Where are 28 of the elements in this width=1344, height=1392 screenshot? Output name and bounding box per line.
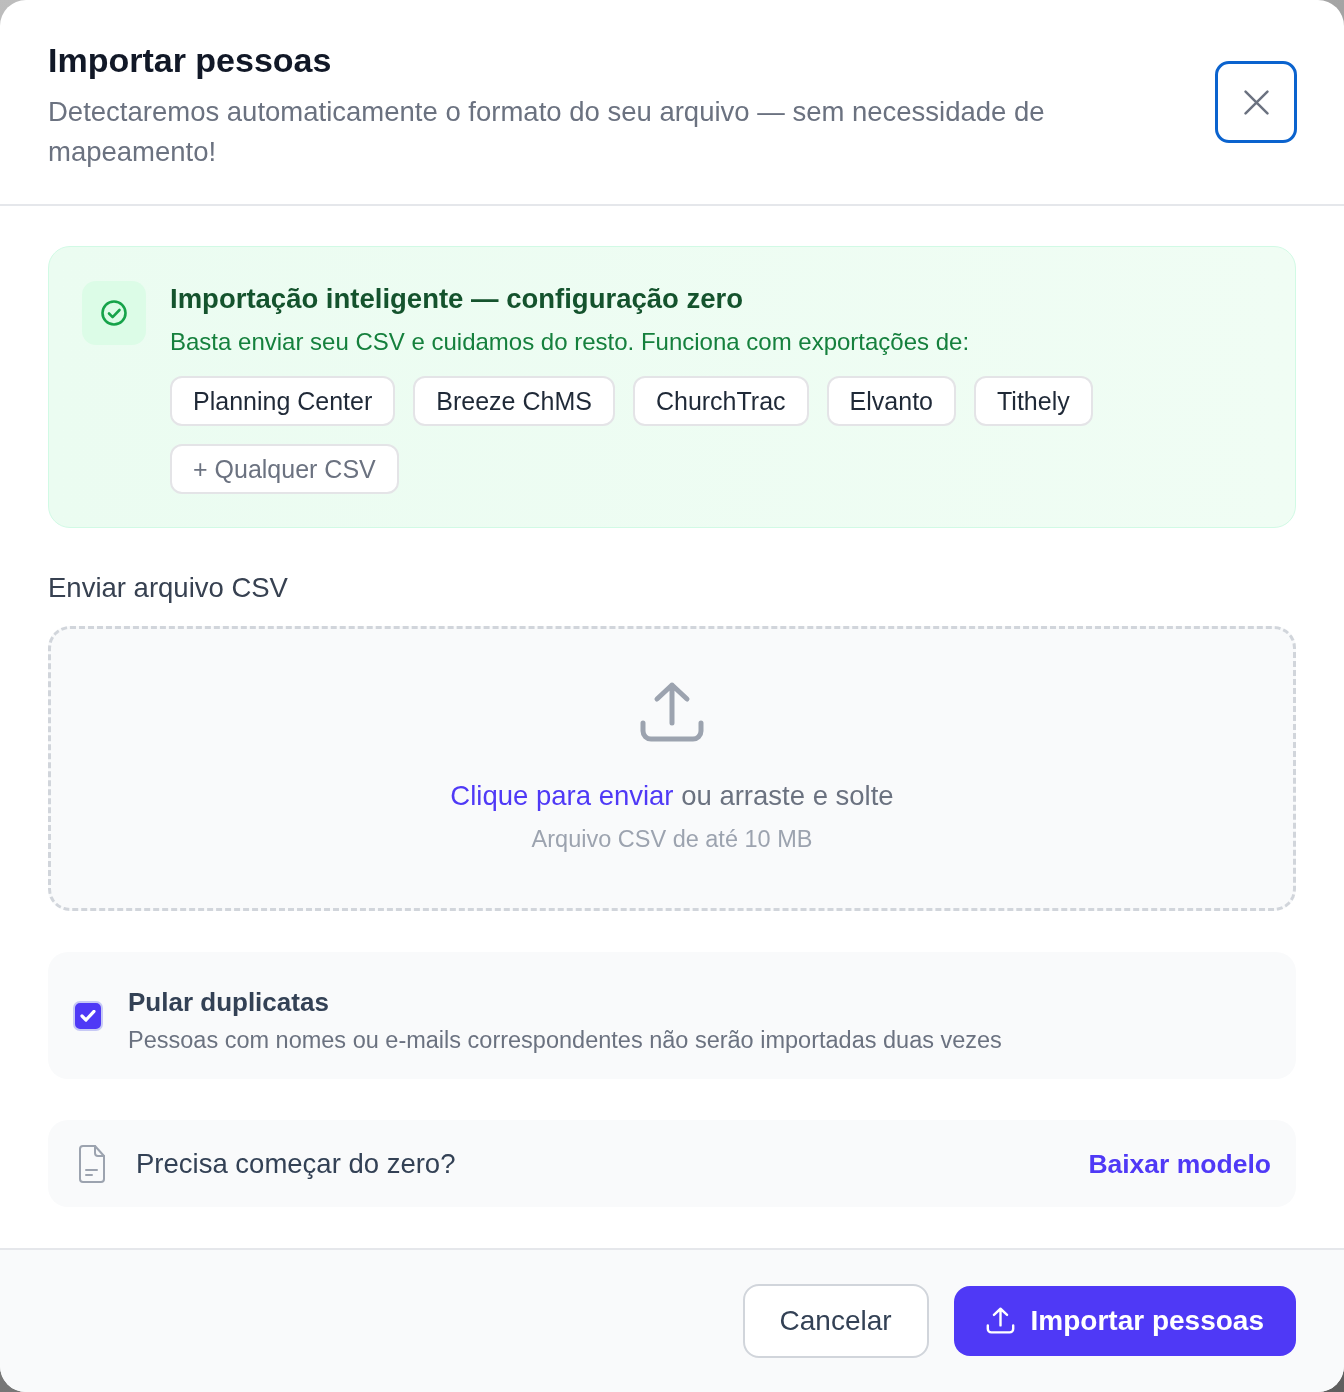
- source-tag: Breeze ChMS: [413, 376, 615, 426]
- checkmark-icon: [80, 1010, 96, 1022]
- upload-link[interactable]: Clique para enviar: [450, 780, 674, 811]
- card-title: Importação inteligente — configuração zero: [170, 282, 744, 316]
- upload-icon: [985, 1307, 1015, 1335]
- cancel-button[interactable]: Cancelar: [742, 1284, 929, 1358]
- source-tag: Planning Center: [170, 376, 396, 426]
- dialog-subtitle: Detectaremos automaticamente o formato do seu arquivo — sem necessidade de mapeamento!: [48, 95, 1046, 169]
- checkbox[interactable]: [73, 1001, 103, 1031]
- source-tag: Elvanto: [826, 376, 956, 426]
- file-dropzone[interactable]: Clique para enviar ou arraste e solte Arquivo CSV de até 10 MB: [48, 626, 1296, 911]
- drop-instruction: ou arraste e solte: [681, 780, 894, 811]
- document-icon: [78, 1143, 106, 1184]
- source-tag: ChurchTrac: [632, 376, 809, 426]
- option-title: Pular duplicatas: [128, 986, 330, 1019]
- source-tag: Tithely: [974, 376, 1093, 426]
- import-button[interactable]: Importar pessoas: [953, 1286, 1296, 1356]
- source-tag: + Qualquer CSV: [170, 444, 399, 494]
- section-label: Enviar arquivo CSV: [48, 571, 289, 605]
- file-size-hint: Arquivo CSV de até 10 MB: [531, 825, 813, 854]
- template-question: Precisa começar do zero?: [136, 1146, 457, 1181]
- card-description: Basta enviar seu CSV e cuidamos do resto. Funciona com exportações de:: [170, 327, 971, 357]
- close-icon: [1243, 89, 1269, 115]
- upload-icon: [639, 681, 705, 745]
- download-template-link[interactable]: Baixar modelo: [1088, 1143, 1271, 1184]
- option-description: Pessoas com nomes ou e-mails correspondentes não serão importadas duas vezes: [128, 1026, 1002, 1055]
- dialog-title: Importar pessoas: [48, 40, 333, 80]
- close-button[interactable]: [1215, 61, 1297, 143]
